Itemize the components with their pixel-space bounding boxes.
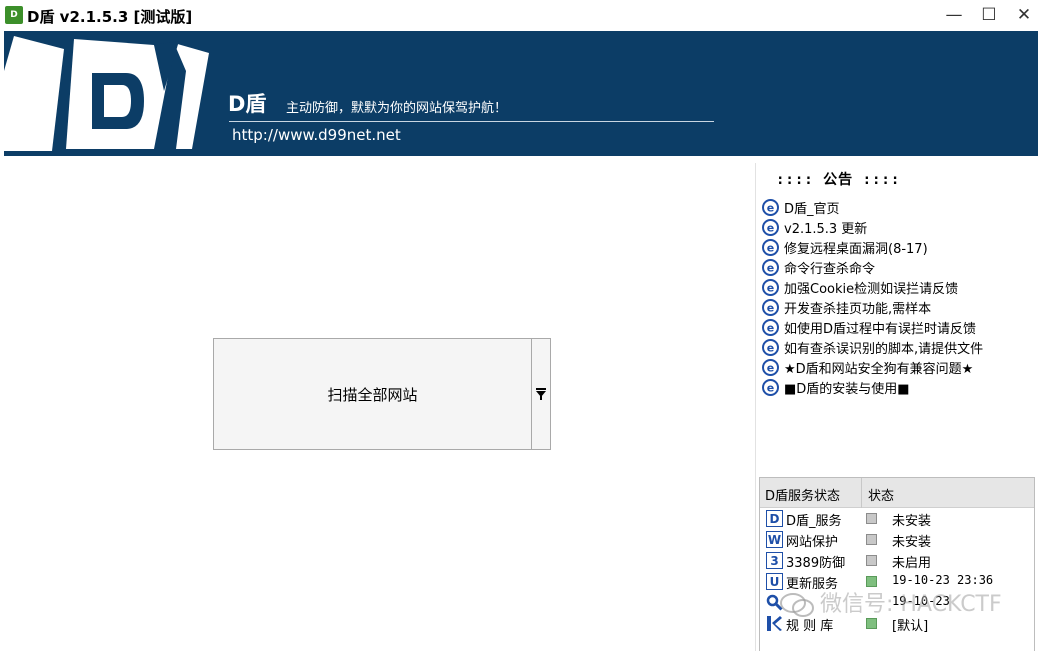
notice-item[interactable]: e 命令行查杀命令 xyxy=(762,257,1038,277)
service-state: 未安装 xyxy=(892,514,932,529)
column-divider[interactable] xyxy=(861,478,862,508)
banner-divider xyxy=(229,121,714,122)
notice-list: e D盾_官页 e v2.1.5.3 更新 e 修复远程桌面漏洞(8-17) e… xyxy=(762,197,1038,397)
svg-text:e: e xyxy=(767,381,774,394)
maximize-button[interactable]: ☐ xyxy=(977,4,1001,26)
notice-item-label[interactable]: 命令行查杀命令 xyxy=(784,258,875,277)
table-row[interactable]: W 网站保护 未安装 xyxy=(760,529,1034,550)
title-bar: D D盾 v2.1.5.3 [测试版] — ☐ ✕ xyxy=(0,0,1038,31)
notice-title: :::: 公告 :::: xyxy=(776,172,901,188)
status-indicator xyxy=(866,513,877,524)
svg-text:e: e xyxy=(767,201,774,214)
service-state: [默认] xyxy=(892,619,929,634)
notice-item[interactable]: e 修复远程桌面漏洞(8-17) xyxy=(762,237,1038,257)
table-row[interactable]: 规 则 库 [默认] xyxy=(760,613,1034,634)
scan-all-sites-label[interactable]: 扫描全部网站 xyxy=(214,339,531,449)
table-row[interactable]: 3 3389防御 未启用 xyxy=(760,550,1034,571)
status-indicator xyxy=(866,576,877,587)
svg-text:D: D xyxy=(770,512,780,526)
notice-item-label[interactable]: 如有查杀误识别的脚本,请提供文件 xyxy=(784,338,983,357)
ie-icon: e xyxy=(762,278,779,296)
svg-text:e: e xyxy=(767,221,774,234)
d-shield-logo xyxy=(4,36,209,151)
service-state: 未启用 xyxy=(892,556,932,571)
service-name: 更新服务 xyxy=(786,577,839,592)
dropdown-arrow-icon xyxy=(536,388,546,400)
notice-item-label[interactable]: v2.1.5.3 更新 xyxy=(784,218,867,237)
svg-text:e: e xyxy=(767,261,774,274)
service-name: D盾_服务 xyxy=(786,514,842,529)
ie-icon: e xyxy=(762,258,779,276)
notice-item-label[interactable]: 如使用D盾过程中有误拦时请反馈 xyxy=(784,318,976,337)
service-d-icon: D xyxy=(766,510,783,527)
notice-item-label[interactable]: 开发查杀挂页功能,需样本 xyxy=(784,298,931,317)
column-header-state[interactable]: 状态 xyxy=(868,485,894,504)
notice-item[interactable]: e ★D盾和网站安全狗有兼容问题★ xyxy=(762,357,1038,377)
table-row[interactable]: U 更新服务 19-10-23 23:36 xyxy=(760,571,1034,592)
notice-item[interactable]: e 如使用D盾过程中有误拦时请反馈 xyxy=(762,317,1038,337)
notice-item-label[interactable]: ★D盾和网站安全狗有兼容问题★ xyxy=(784,358,973,377)
svg-text:U: U xyxy=(770,575,780,589)
service-state: 未安装 xyxy=(892,535,932,550)
service-name: 规 则 库 xyxy=(786,619,834,634)
svg-text:e: e xyxy=(767,301,774,314)
service-name: 3389防御 xyxy=(786,556,846,571)
close-button[interactable]: ✕ xyxy=(1012,4,1036,26)
minimize-button[interactable]: — xyxy=(942,4,966,26)
svg-text:W: W xyxy=(768,533,781,547)
notice-item-label[interactable]: 修复远程桌面漏洞(8-17) xyxy=(784,238,928,257)
notice-item[interactable]: e 开发查杀挂页功能,需样本 xyxy=(762,297,1038,317)
rdp-defense-icon: 3 xyxy=(766,552,783,569)
notice-item-label[interactable]: ■D盾的安装与使用■ xyxy=(784,378,910,397)
status-indicator xyxy=(866,618,877,629)
status-indicator xyxy=(866,534,877,545)
service-state: 19-10-23 xyxy=(892,594,950,608)
ie-icon: e xyxy=(762,298,779,316)
notice-item[interactable]: e v2.1.5.3 更新 xyxy=(762,217,1038,237)
svg-text:e: e xyxy=(767,321,774,334)
table-row[interactable]: D D盾_服务 未安装 xyxy=(760,508,1034,529)
banner-brand: D盾 xyxy=(228,92,267,116)
notice-item[interactable]: e 如有查杀误识别的脚本,请提供文件 xyxy=(762,337,1038,357)
scan-all-sites-button[interactable]: 扫描全部网站 xyxy=(213,338,551,450)
status-indicator xyxy=(866,555,877,566)
notice-item[interactable]: e D盾_官页 xyxy=(762,197,1038,217)
banner-url-link[interactable]: http://www.d99net.net xyxy=(232,126,401,144)
scan-dropdown-button[interactable] xyxy=(532,339,550,449)
ie-icon: e xyxy=(762,198,779,216)
status-rows: D D盾_服务 未安装 W 网站保护 未安装 3 3389防御 未启用 U 更新… xyxy=(760,508,1034,634)
service-state: 19-10-23 23:36 xyxy=(892,573,994,587)
svg-text:e: e xyxy=(767,361,774,374)
search-icon xyxy=(766,594,783,611)
web-protect-icon: W xyxy=(766,531,783,548)
window-title: D盾 v2.1.5.3 [测试版] xyxy=(27,8,193,26)
rules-icon xyxy=(767,616,782,631)
ie-icon: e xyxy=(762,318,779,336)
service-status-table: D盾服务状态 状态 D D盾_服务 未安装 W 网站保护 未安装 3 3389防… xyxy=(759,477,1035,651)
svg-text:e: e xyxy=(767,281,774,294)
update-icon: U xyxy=(766,573,783,590)
svg-text:e: e xyxy=(767,241,774,254)
ie-icon: e xyxy=(762,338,779,356)
notice-item[interactable]: e ■D盾的安装与使用■ xyxy=(762,377,1038,397)
notice-item-label[interactable]: 加强Cookie检测如误拦请反馈 xyxy=(784,278,958,297)
svg-text:e: e xyxy=(767,341,774,354)
column-header-service[interactable]: D盾服务状态 xyxy=(765,485,840,504)
ie-icon: e xyxy=(762,218,779,236)
status-table-header: D盾服务状态 状态 xyxy=(760,478,1034,508)
banner-slogan: 主动防御，默默为你的网站保驾护航！ xyxy=(286,101,508,116)
ie-icon: e xyxy=(762,358,779,376)
notice-item[interactable]: e 加强Cookie检测如误拦请反馈 xyxy=(762,277,1038,297)
header-banner: D盾 主动防御，默默为你的网站保驾护航！ http://www.d99net.n… xyxy=(4,31,1038,156)
service-name: 网站保护 xyxy=(786,535,839,550)
notice-item-label[interactable]: D盾_官页 xyxy=(784,198,840,217)
app-icon: D xyxy=(5,6,23,24)
svg-text:3: 3 xyxy=(770,554,778,568)
ie-icon: e xyxy=(762,378,779,396)
table-row[interactable]: 19-10-23 xyxy=(760,592,1034,613)
ie-icon: e xyxy=(762,238,779,256)
